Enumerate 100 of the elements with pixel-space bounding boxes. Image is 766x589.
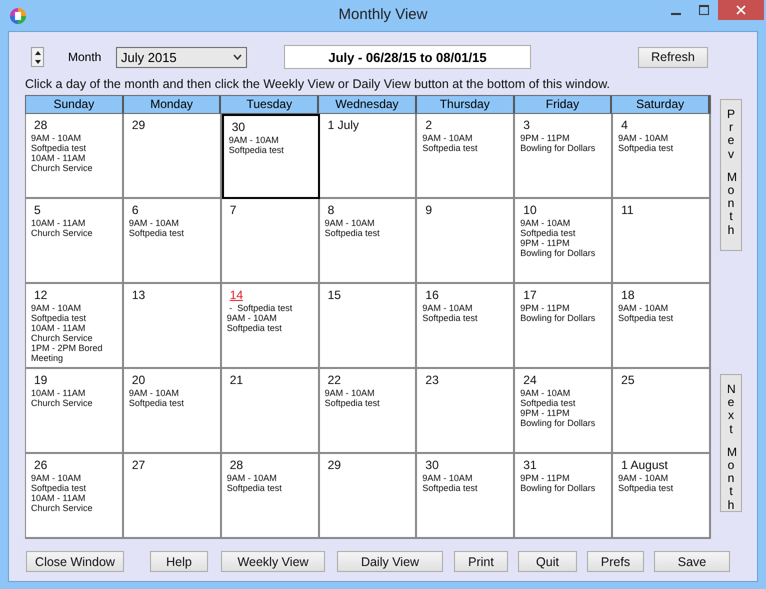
day-cell[interactable]: 11 [613,199,711,284]
month-nav-button[interactable]: Prev Month [720,99,742,251]
day-cell[interactable]: 29 [320,454,418,539]
event-text: 9AM - 10AM [422,303,472,313]
day-number: 12 [34,288,48,302]
action-button[interactable]: Weekly View [221,551,325,572]
day-number: 30 [232,120,246,134]
day-cell[interactable]: 8 9AM - 10AM Softpedia test [320,199,418,284]
event-text: Bowling for Dollars [520,483,596,493]
event-text: Softpedia test [31,313,86,323]
weekday-header: Sunday [26,96,124,113]
event-text: Softpedia test [128,398,184,408]
day-number: 30 [425,458,439,472]
event-text: 9AM - 10AM [128,388,179,398]
event-text: Church Service [31,398,93,408]
day-cell[interactable]: 18 9AM - 10AM Softpedia test [613,284,711,369]
day-cell[interactable]: 22 9AM - 10AM Softpedia test [320,369,418,454]
day-cell[interactable]: 27 [124,454,222,539]
event-text: 9AM - 10AM [324,218,375,228]
event-text: 10AM - 11AM [31,323,86,333]
event-text: 9AM - 10AM [618,303,668,313]
day-cell[interactable]: 5 10AM - 11AM Church Service [26,199,124,284]
day-cell[interactable]: 31 9PM - 11PM Bowling for Dollars [515,454,614,539]
day-number: 22 [328,373,341,387]
day-number: 11 [621,203,634,217]
action-button[interactable]: Print [454,551,508,572]
event-text: 1PM - 2PM Bored Meeting [31,343,104,363]
event-text: Church Service [31,228,93,238]
event-text: Church Service [31,333,93,343]
day-cell[interactable]: 1 July [320,114,418,199]
action-button[interactable]: Quit [518,551,577,572]
refresh-button[interactable]: Refresh [638,46,708,68]
day-cell[interactable]: 25 [613,369,711,454]
month-dropdown[interactable]: July 2015 [116,46,247,68]
instruction-text: Click a day of the month and then click the Weekly View or Daily View button at the bottom of this window. [25,77,612,91]
action-button[interactable]: Close Window [26,551,124,572]
event-text: Softpedia test [324,228,380,238]
day-number: 2 [425,118,432,132]
day-cell[interactable]: 7 [222,199,320,284]
day-cell[interactable]: 15 [320,284,418,369]
day-cell[interactable]: 29 [124,114,222,199]
day-cell[interactable]: 20 9AM - 10AM Softpedia test [124,369,222,454]
weekday-header: Wednesday [319,96,417,113]
day-number: 8 [328,203,334,217]
day-cell[interactable]: 1 August 9AM - 10AM Softpedia test [613,454,711,539]
event-text: Bowling for Dollars [520,418,596,428]
event-text: 9PM - 11PM [520,133,570,143]
day-cell[interactable]: 10 9AM - 10AM Softpedia test 9PM - 11PM Bowling for Dollars [515,199,614,284]
day-cell[interactable]: 21 [222,369,320,454]
event-text: 9AM - 10AM [520,388,570,398]
weekday-header: Monday [124,96,222,113]
day-number: 16 [425,288,439,302]
day-number: 20 [132,373,146,387]
event-text: Softpedia test [520,398,576,408]
event-text: Softpedia test [31,143,86,153]
maximize-icon [699,5,709,15]
event-text: 9AM - 10AM [422,473,472,483]
event-text: 9AM - 10AM [31,303,82,313]
day-cell[interactable]: 30 9AM - 10AM Softpedia test [222,114,320,199]
spinner-control[interactable] [31,47,44,67]
day-cell[interactable]: 6 9AM - 10AM Softpedia test [124,199,222,284]
day-cell[interactable]: 23 [417,369,516,454]
day-number: 31 [523,458,537,472]
weekday-header: Saturday [612,96,710,113]
day-cell[interactable]: 30 9AM - 10AM Softpedia test [417,454,516,539]
day-number: 9 [425,203,432,217]
event-text: Softpedia test [422,143,478,153]
day-cell[interactable]: 28 9AM - 10AM Softpedia test [222,454,320,539]
day-cell[interactable]: 16 9AM - 10AM Softpedia test [417,284,516,369]
day-cell[interactable]: 9 [417,199,516,284]
day-cell[interactable]: 19 10AM - 11AM Church Service [26,369,124,454]
day-cell[interactable]: 13 [124,284,222,369]
day-cell[interactable]: 14 - Softpedia test 9AM - 10AM Softpedia test [222,284,320,369]
event-text: 9AM - 10AM [226,473,277,483]
day-cell[interactable]: 24 9AM - 10AM Softpedia test 9PM - 11PM Bowling for Dollars [515,369,614,454]
close-icon [736,5,746,15]
day-cell[interactable]: 2 9AM - 10AM Softpedia test [417,114,516,199]
close-button[interactable] [718,0,764,20]
day-cell[interactable]: 4 9AM - 10AM Softpedia test [613,114,711,199]
action-button[interactable]: Prefs [587,551,644,572]
action-button[interactable]: Daily View [337,551,443,572]
event-text: Softpedia test [324,398,380,408]
action-button[interactable]: Save [654,551,730,572]
event-text: 9PM - 11PM [520,473,570,483]
day-cell[interactable]: 3 9PM - 11PM Bowling for Dollars [515,114,614,199]
day-cell[interactable]: 12 9AM - 10AM Softpedia test 10AM - 11AM Church Service 1PM - 2PM Bored Meeting [26,284,124,369]
app-icon [9,6,27,24]
month-nav-button[interactable]: Next Month [720,374,742,512]
event-text: 9AM - 10AM [618,473,668,483]
event-text: Softpedia test [128,228,184,238]
chevron-icon [233,54,242,60]
action-button[interactable]: Help [150,551,208,572]
month-label: Month [68,50,102,64]
event-text: Softpedia test [226,323,282,333]
day-cell[interactable]: 28 9AM - 10AM Softpedia test 10AM - 11AM Church Service [26,114,124,199]
event-text: 9AM - 10AM [422,133,472,143]
event-text: Softpedia test [618,313,674,323]
day-cell[interactable]: 26 9AM - 10AM Softpedia test 10AM - 11AM Church Service [26,454,124,539]
event-text: Church Service [31,503,93,513]
day-cell[interactable]: 17 9PM - 11PM Bowling for Dollars [515,284,614,369]
